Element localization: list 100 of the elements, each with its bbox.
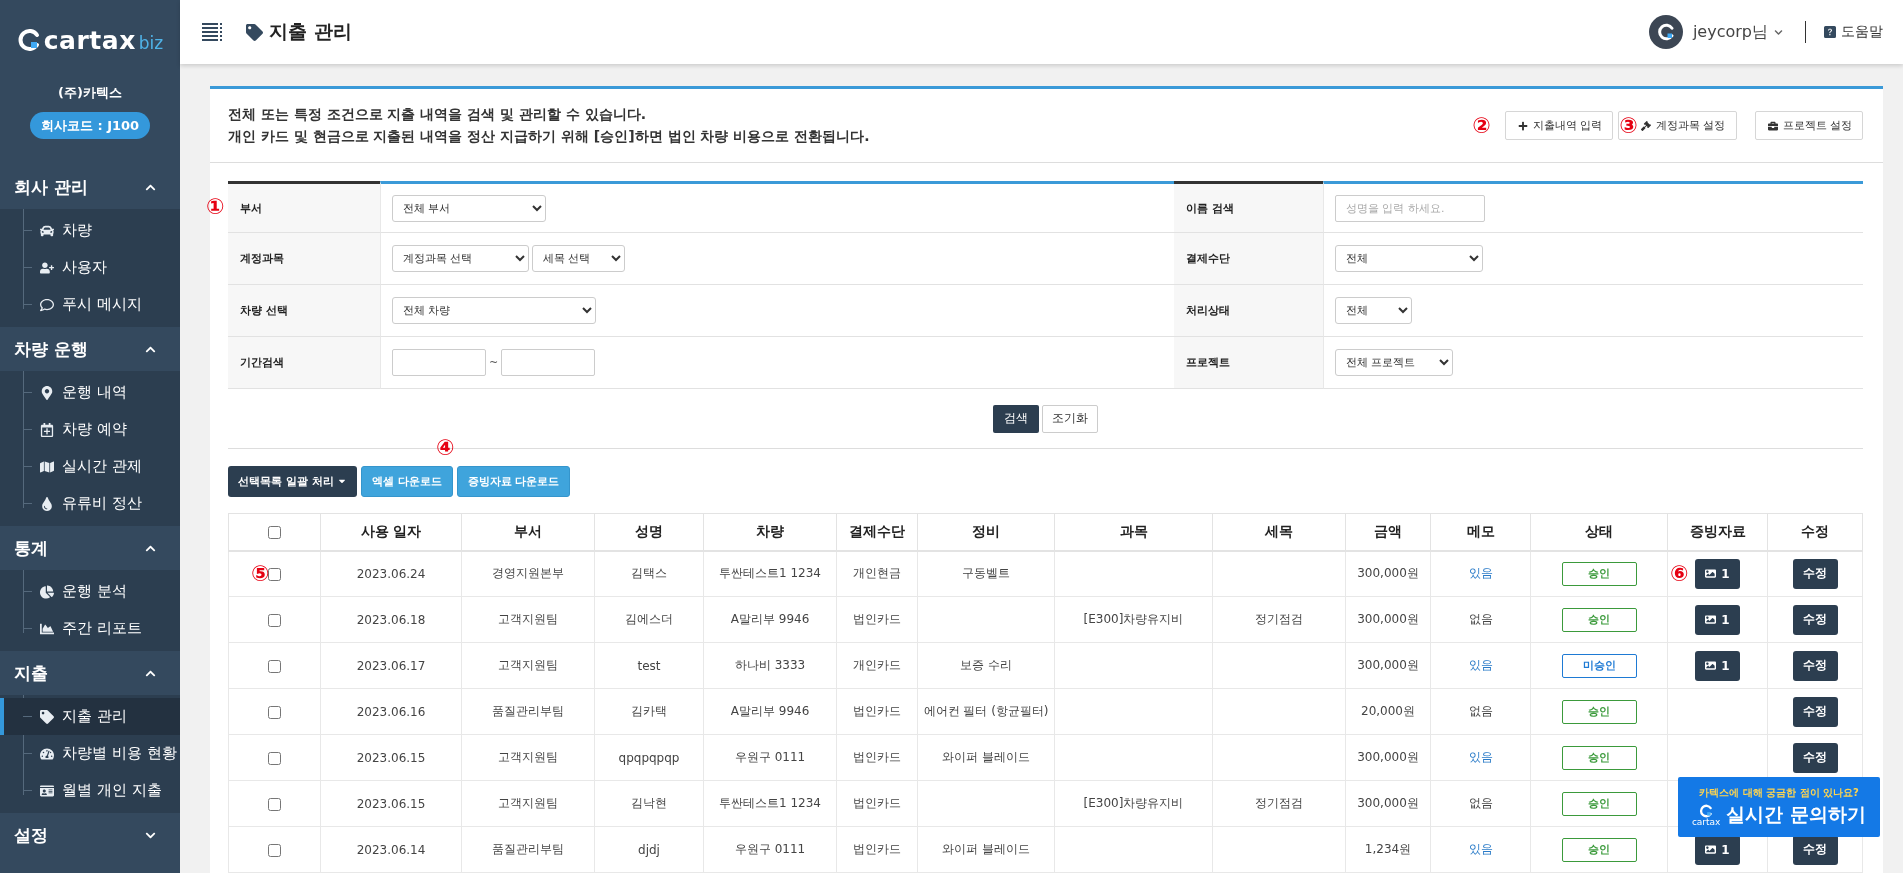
live-chat-banner[interactable]: 카텍스에 대해 궁금한 점이 있나요? cartax 실시간 문의하기 <box>1678 777 1880 837</box>
row-checkbox[interactable] <box>268 797 281 811</box>
sidebar-section[interactable]: 회사 관리 <box>0 165 180 209</box>
help-link[interactable]: 도움말 <box>1824 23 1883 41</box>
table-cell: 개인현금 <box>836 550 918 597</box>
sidebar-item[interactable]: 유류비 정산 <box>0 485 180 522</box>
sidebar-section[interactable]: 통계 <box>0 526 180 570</box>
column-header: 사용 일자 <box>320 513 462 551</box>
row-checkbox[interactable] <box>268 613 281 627</box>
sidebar-item[interactable]: 차량 예약 <box>0 411 180 448</box>
briefcase-icon <box>1767 120 1778 131</box>
table-cell: 1,234원 <box>1345 826 1431 873</box>
column-header: 결제수단 <box>836 513 918 551</box>
table-cell: 와이퍼 블레이드 <box>917 826 1055 873</box>
sidebar-item[interactable]: 푸시 메시지 <box>0 286 180 323</box>
toolbar-button[interactable]: 프로젝트 설정 <box>1754 111 1863 140</box>
row-checkbox[interactable] <box>268 751 281 765</box>
edit-button[interactable]: 수정 <box>1792 742 1838 773</box>
logo-icon <box>1656 23 1675 41</box>
area-chart-icon <box>40 621 54 636</box>
filter-label: 결제수단 <box>1174 233 1323 285</box>
table-cell: 법인카드 <box>836 596 918 643</box>
table-cell: 개인카드 <box>836 642 918 689</box>
column-header: 상태 <box>1530 513 1668 551</box>
edit-button[interactable]: 수정 <box>1792 604 1838 635</box>
input-field[interactable]: 성명을 입력 하세요. <box>1335 194 1485 222</box>
edit-button[interactable]: 수정 <box>1792 696 1838 727</box>
column-header: 부서 <box>461 513 595 551</box>
calendar-plus-icon <box>40 422 54 437</box>
sidebar-item[interactable]: 사용자 <box>0 249 180 286</box>
table-cell: 에어컨 필터 (항균필터) <box>917 688 1055 735</box>
bulk-action-button[interactable]: 선택목록 일괄 처리 <box>228 465 357 497</box>
search-button[interactable]: 검색 <box>993 404 1039 433</box>
reset-button[interactable]: 조기화 <box>1042 404 1098 433</box>
drop-icon <box>40 496 54 511</box>
sidebar-item[interactable]: 실시간 관제 <box>0 448 180 485</box>
select-field[interactable]: 계정과목 선택 <box>392 245 529 272</box>
filter-label: 부서 <box>228 181 380 233</box>
table-cell: A말리부 9946 <box>703 596 837 643</box>
select-field[interactable]: 전체 <box>1335 297 1412 324</box>
sidebar-item[interactable]: 주간 리포트 <box>0 610 180 647</box>
map-pin-icon <box>40 385 54 400</box>
table-cell: [E300]차량유지비 <box>1054 596 1213 643</box>
sidebar-item[interactable]: 차량 <box>0 212 180 249</box>
edit-button[interactable]: 수정 <box>1792 650 1838 681</box>
row-checkbox[interactable] <box>268 843 281 857</box>
table-cell: 300,000원 <box>1345 550 1431 597</box>
logo-text: cartax <box>43 25 136 55</box>
table-cell: 300,000원 <box>1345 596 1431 643</box>
sidebar-item[interactable]: 운행 내역 <box>0 374 180 411</box>
attachment-button[interactable]: 1 <box>1695 650 1740 681</box>
table-cell: 고객지원팀 <box>461 642 595 689</box>
filter-label: 기간검색 <box>228 337 380 389</box>
id-card-icon <box>40 783 54 798</box>
tag-icon <box>40 709 54 724</box>
filter-label: 처리상태 <box>1174 285 1323 337</box>
attachment-button[interactable]: 1 <box>1695 604 1740 635</box>
column-header: 차량 <box>703 513 837 551</box>
column-header: 정비 <box>917 513 1055 551</box>
memo-link[interactable]: 있음 <box>1468 750 1493 764</box>
attachment-button[interactable]: 1 <box>1695 558 1740 589</box>
row-checkbox[interactable] <box>268 659 281 673</box>
table-cell: 와이퍼 블레이드 <box>917 734 1055 781</box>
select-field[interactable]: 세목 선택 <box>532 245 625 272</box>
sidebar-item[interactable]: 월별 개인 지출 <box>0 772 180 809</box>
column-header: 메모 <box>1430 513 1531 551</box>
memo-link[interactable]: 있음 <box>1468 842 1493 856</box>
memo-text: 없음 <box>1468 704 1493 718</box>
table-cell: 정기점검 <box>1212 780 1346 827</box>
sidebar-section[interactable]: 지출 <box>0 651 180 695</box>
row-checkbox[interactable] <box>268 705 281 719</box>
chat-logo-text: cartax <box>1691 817 1721 827</box>
menu-icon[interactable] <box>202 23 224 41</box>
sidebar-section[interactable]: 차량 운행 <box>0 327 180 371</box>
sidebar-item[interactable]: 지출 관리 <box>0 698 180 735</box>
filter-label: 프로젝트 <box>1174 337 1323 389</box>
user-menu[interactable]: jeycorp님 <box>1692 21 1768 43</box>
select-field[interactable]: 전체 프로젝트 <box>1335 349 1453 376</box>
select-field[interactable]: 전체 부서 <box>392 194 546 222</box>
table-cell: 품질관리부팀 <box>461 688 595 735</box>
select-field[interactable]: 전체 차량 <box>392 297 596 324</box>
car-icon <box>40 223 54 238</box>
toolbar-button[interactable]: 지출내역 입력 <box>1504 111 1614 140</box>
sidebar-item[interactable]: 운행 분석 <box>0 573 180 610</box>
avatar-icon[interactable] <box>1648 15 1683 49</box>
sidebar-section[interactable]: 설정 <box>0 813 180 857</box>
image-icon <box>1705 660 1717 671</box>
table-cell: 투싼테스트1 1234 <box>703 780 837 827</box>
table-cell: 300,000원 <box>1345 734 1431 781</box>
sidebar-item[interactable]: 차량별 비용 현황 <box>0 735 180 772</box>
memo-link[interactable]: 있음 <box>1468 566 1493 581</box>
select-all-checkbox[interactable] <box>268 526 281 540</box>
row-checkbox[interactable] <box>268 567 281 581</box>
pie-chart-icon <box>40 584 54 599</box>
input-field[interactable] <box>501 349 596 376</box>
memo-link[interactable]: 있음 <box>1468 658 1493 672</box>
select-field[interactable]: 전체 <box>1335 245 1483 272</box>
edit-button[interactable]: 수정 <box>1792 558 1838 589</box>
input-field[interactable] <box>392 349 486 376</box>
status-badge: 승인 <box>1561 745 1637 770</box>
